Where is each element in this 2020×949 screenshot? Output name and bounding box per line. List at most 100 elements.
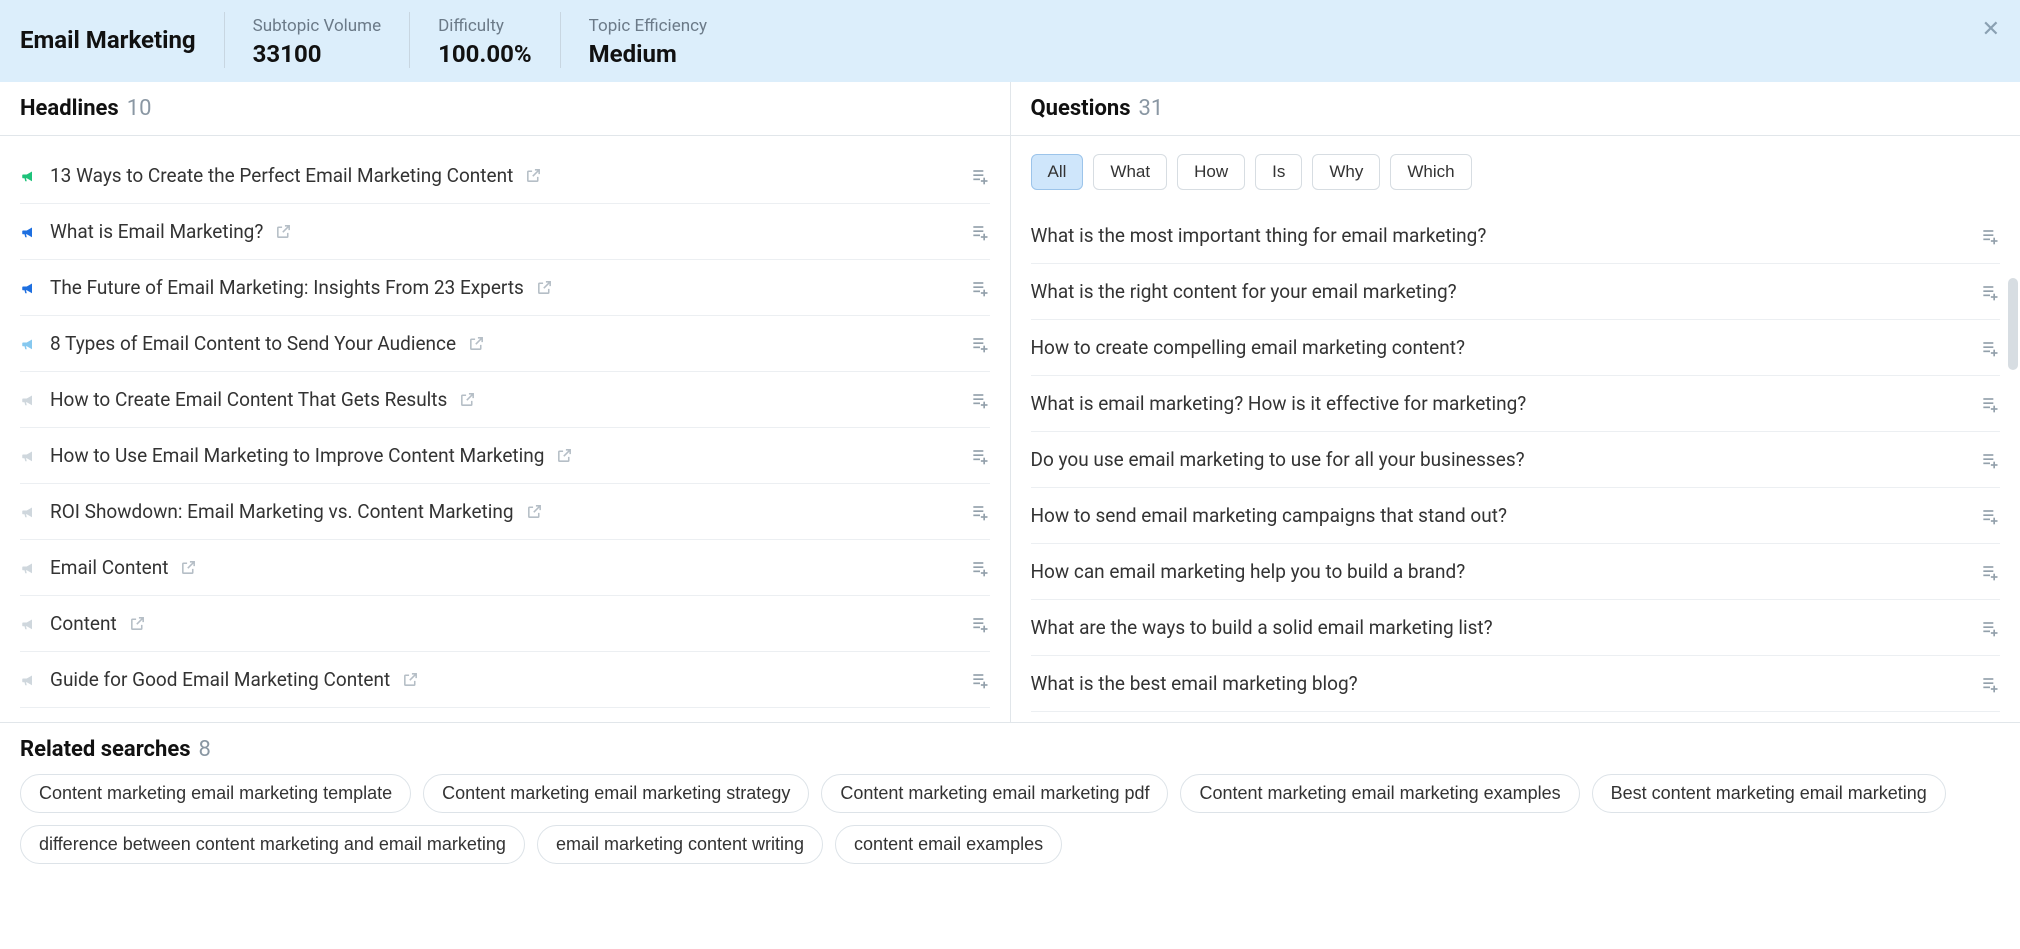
related-search-chip[interactable]: difference between content marketing and… [20,825,525,864]
headline-text[interactable]: What is Email Marketing? [50,220,263,243]
headline-row: 13 Ways to Create the Perfect Email Mark… [20,142,990,204]
headline-text[interactable]: 8 Types of Email Content to Send Your Au… [50,332,456,355]
questions-title: Questions [1031,96,1131,121]
external-link-icon[interactable] [525,167,542,184]
bullhorn-icon [20,671,38,689]
questions-count: 31 [1139,96,1164,121]
add-to-list-icon[interactable] [1980,394,2000,414]
add-to-list-icon[interactable] [970,558,990,578]
headline-text[interactable]: Email Content [50,556,168,579]
add-to-list-icon[interactable] [1980,226,2000,246]
questions-header: Questions 31 [1011,82,2020,136]
question-text[interactable]: How to create compelling email marketing… [1031,336,1465,359]
related-searches-section: Related searches 8 Content marketing ema… [0,722,2020,874]
related-count: 8 [199,737,211,762]
headline-text[interactable]: Guide for Good Email Marketing Content [50,668,390,691]
questions-column: Questions 31 AllWhat How Is Why Which What i… [1011,82,2020,722]
related-search-chip[interactable]: Best content marketing email marketing [1592,774,1946,813]
headline-row: How to Create Email Content That Gets Re… [20,372,990,428]
question-text[interactable]: What is email marketing? How is it effec… [1031,392,1527,415]
metric-value: Medium [589,40,707,68]
add-to-list-icon[interactable] [970,390,990,410]
metric-label: Subtopic Volume [253,16,381,36]
metric-value: 100.00% [438,40,532,68]
bullhorn-icon [20,615,38,633]
question-text[interactable]: What are the ways to build a solid email… [1031,616,1493,639]
headline-text[interactable]: How to Use Email Marketing to Improve Co… [50,444,544,467]
metric-label: Topic Efficiency [589,16,707,36]
question-text[interactable]: What is the right content for your email… [1031,280,1457,303]
bullhorn-icon [20,447,38,465]
external-link-icon[interactable] [468,335,485,352]
scrollbar-thumb[interactable] [2008,278,2018,370]
external-link-icon[interactable] [402,671,419,688]
question-text[interactable]: How can email marketing help you to buil… [1031,560,1466,583]
headline-text[interactable]: 13 Ways to Create the Perfect Email Mark… [50,164,513,187]
headline-row: 8 Types of Email Content to Send Your Au… [20,316,990,372]
question-filter-tabs: AllWhat How Is Why Which [1011,136,2020,208]
bullhorn-icon [20,503,38,521]
add-to-list-icon[interactable] [1980,562,2000,582]
close-button[interactable]: ✕ [1982,18,2000,40]
headline-text[interactable]: ROI Showdown: Email Marketing vs. Conten… [50,500,514,523]
related-search-chip[interactable]: Content marketing email marketing strate… [423,774,809,813]
filter-tab-what[interactable]: What [1093,154,1167,190]
add-to-list-icon[interactable] [1980,618,2000,638]
related-search-chip[interactable]: Content marketing email marketing exampl… [1180,774,1579,813]
filter-tab-why[interactable]: Why [1312,154,1380,190]
question-row: What are the ways to build a solid email… [1031,600,2001,656]
external-link-icon[interactable] [536,279,553,296]
headline-text[interactable]: Content [50,612,117,635]
question-row: What is the right content for your email… [1031,264,2001,320]
related-title: Related searches [20,737,191,762]
add-to-list-icon[interactable] [1980,450,2000,470]
bullhorn-icon [20,223,38,241]
filter-tab-all[interactable]: All [1031,154,1084,190]
add-to-list-icon[interactable] [970,334,990,354]
headline-text[interactable]: The Future of Email Marketing: Insights … [50,276,524,299]
headline-row: Content [20,596,990,652]
related-search-chip[interactable]: Content marketing email marketing pdf [821,774,1168,813]
related-search-chip[interactable]: Content marketing email marketing templa… [20,774,411,813]
header-bar: Email Marketing Subtopic Volume33100Diff… [0,0,2020,82]
add-to-list-icon[interactable] [1980,282,2000,302]
add-to-list-icon[interactable] [970,614,990,634]
add-to-list-icon[interactable] [1980,338,2000,358]
add-to-list-icon[interactable] [970,446,990,466]
add-to-list-icon[interactable] [970,670,990,690]
main-columns: Headlines 10 13 Ways to Create the Perfe… [0,82,2020,722]
question-row: How can email marketing help you to buil… [1031,544,2001,600]
question-row: Do you use email marketing to use for al… [1031,432,2001,488]
add-to-list-icon[interactable] [1980,674,2000,694]
related-search-chip[interactable]: email marketing content writing [537,825,823,864]
filter-tab-is[interactable]: Is [1255,154,1302,190]
add-to-list-icon[interactable] [1980,506,2000,526]
external-link-icon[interactable] [129,615,146,632]
filter-tab-which[interactable]: Which [1390,154,1471,190]
question-row: How to send email marketing campaigns th… [1031,488,2001,544]
question-row: What is the best email marketing blog? [1031,656,2001,712]
question-text[interactable]: What is the best email marketing blog? [1031,672,1358,695]
metric-block: Difficulty100.00% [409,12,560,68]
bullhorn-icon [20,559,38,577]
external-link-icon[interactable] [275,223,292,240]
external-link-icon[interactable] [556,447,573,464]
question-text[interactable]: Do you use email marketing to use for al… [1031,448,1525,471]
external-link-icon[interactable] [526,503,543,520]
headline-row: The Future of Email Marketing: Insights … [20,260,990,316]
headline-text[interactable]: How to Create Email Content That Gets Re… [50,388,447,411]
related-search-chip[interactable]: content email examples [835,825,1062,864]
question-text[interactable]: What is the most important thing for ema… [1031,224,1487,247]
external-link-icon[interactable] [180,559,197,576]
headlines-title: Headlines [20,96,119,121]
add-to-list-icon[interactable] [970,278,990,298]
add-to-list-icon[interactable] [970,222,990,242]
add-to-list-icon[interactable] [970,502,990,522]
headline-row: Guide for Good Email Marketing Content [20,652,990,708]
bullhorn-icon [20,279,38,297]
external-link-icon[interactable] [459,391,476,408]
question-row: How to create compelling email marketing… [1031,320,2001,376]
add-to-list-icon[interactable] [970,166,990,186]
filter-tab-how[interactable]: How [1177,154,1245,190]
question-text[interactable]: How to send email marketing campaigns th… [1031,504,1507,527]
